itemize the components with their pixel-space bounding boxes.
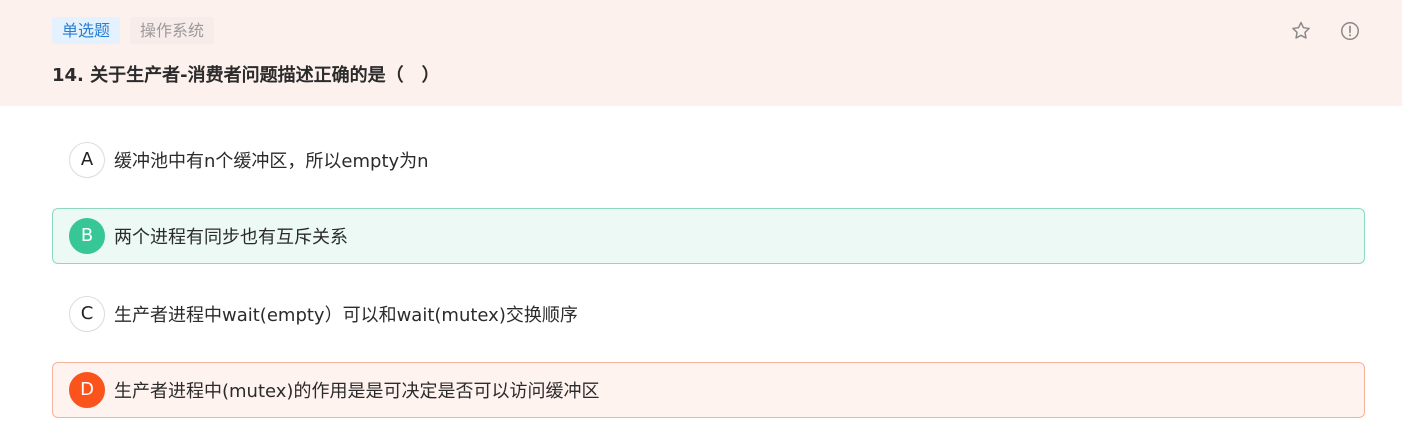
question-header: 单选题 操作系统 14. 关于生产者-消费者问题描述正确的是（ ） (0, 0, 1402, 106)
question-type-tag: 单选题 (52, 17, 121, 44)
option-text-d: 生产者进程中(mutex)的作用是是可决定是否可以访问缓冲区 (114, 381, 600, 402)
option-letter-c: C (69, 296, 105, 332)
option-letter-b: B (69, 218, 105, 254)
tag-group: 单选题 操作系统 (52, 17, 215, 44)
option-letter-d: D (69, 372, 105, 408)
favorite-button[interactable] (1290, 20, 1312, 42)
option-text-a: 缓冲池中有n个缓冲区，所以empty为n (114, 151, 429, 172)
subject-tag: 操作系统 (130, 17, 215, 44)
info-icon (1341, 22, 1359, 40)
report-button[interactable] (1339, 20, 1361, 42)
option-d[interactable]: D 生产者进程中(mutex)的作用是是可决定是否可以访问缓冲区 (52, 362, 1365, 418)
option-letter-a: A (69, 142, 105, 178)
option-text-b: 两个进程有同步也有互斥关系 (114, 227, 348, 248)
option-a[interactable]: A 缓冲池中有n个缓冲区，所以empty为n (52, 132, 1365, 188)
option-c[interactable]: C 生产者进程中wait(empty）可以和wait(mutex)交换顺序 (52, 286, 1365, 342)
star-icon (1292, 21, 1310, 39)
option-b[interactable]: B 两个进程有同步也有互斥关系 (52, 208, 1365, 264)
option-text-c: 生产者进程中wait(empty）可以和wait(mutex)交换顺序 (114, 305, 578, 326)
question-title: 14. 关于生产者-消费者问题描述正确的是（ ） (52, 65, 440, 86)
